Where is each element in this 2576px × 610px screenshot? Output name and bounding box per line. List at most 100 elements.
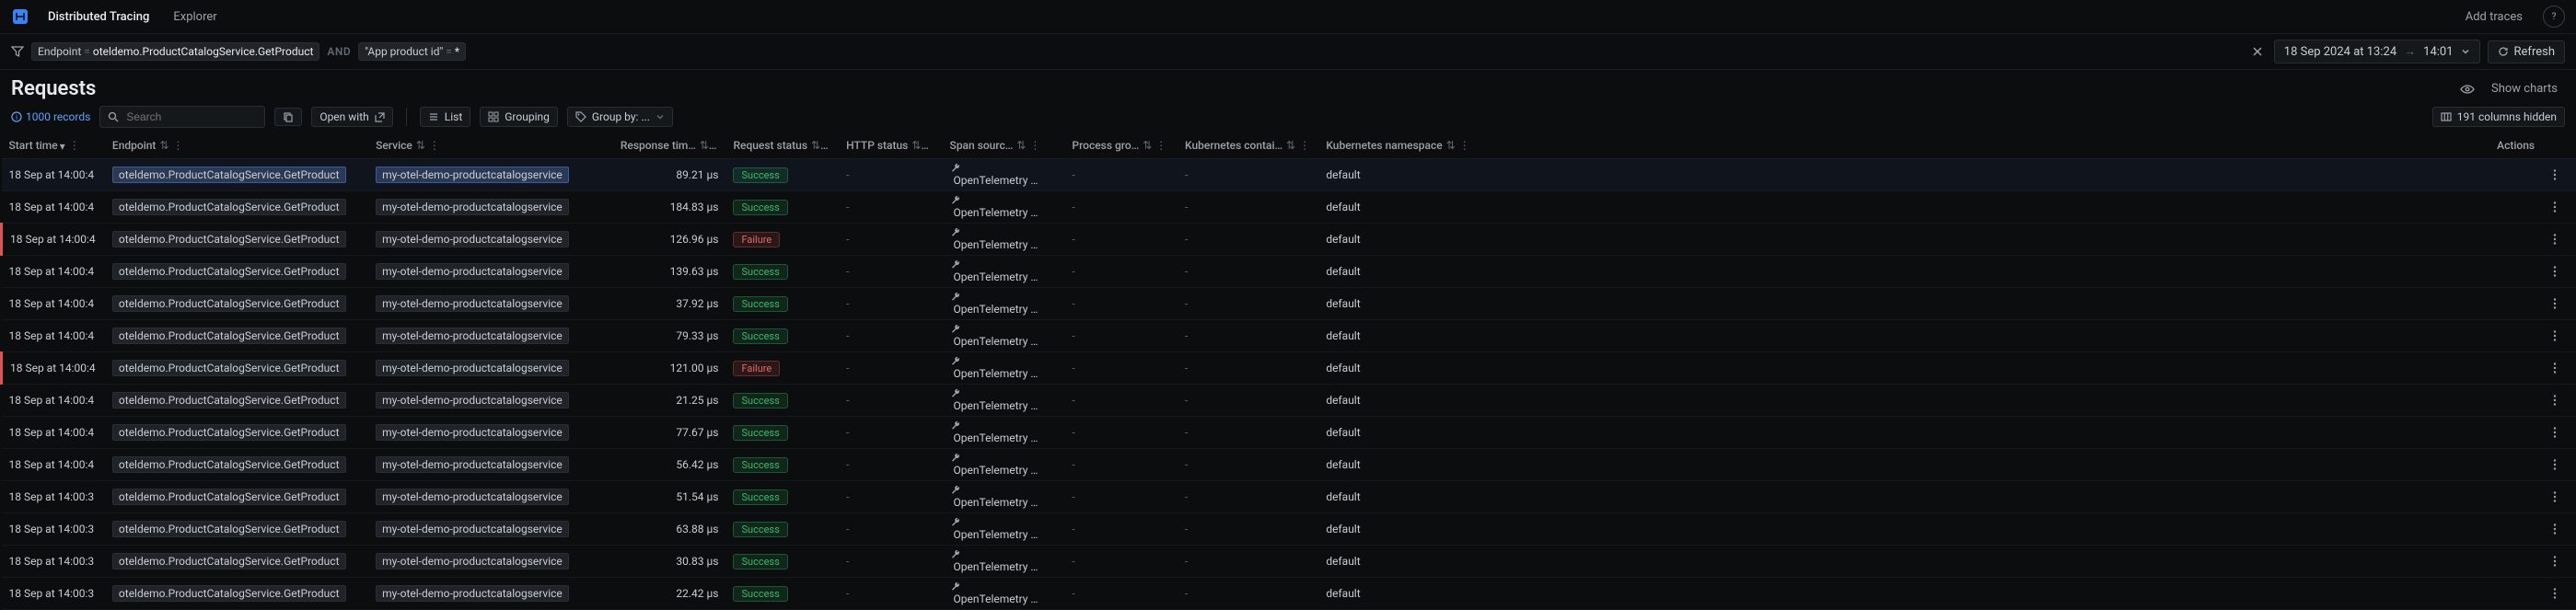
sort-icon[interactable]: ⇅ <box>1446 139 1456 152</box>
list-view-button[interactable]: List <box>420 107 471 127</box>
cell-start-time: 18 Sep at 14:00:3 <box>2 577 105 609</box>
show-charts-button[interactable]: Show charts <box>2484 78 2565 99</box>
col-response-time[interactable]: Response tim…⇅⋮ <box>613 133 726 158</box>
eye-icon[interactable] <box>2460 82 2475 97</box>
table-row[interactable]: 18 Sep at 14:00:3oteldemo.ProductCatalog… <box>2 545 2576 577</box>
sort-icon[interactable]: ⇅ <box>159 139 168 152</box>
table-row[interactable]: 18 Sep at 14:00:4oteldemo.ProductCatalog… <box>2 158 2576 190</box>
cell-response-time: 51.54 µs <box>613 480 726 512</box>
cell-actions <box>2448 577 2542 609</box>
tab-explorer[interactable]: Explorer <box>168 6 222 28</box>
col-filter-icon[interactable]: ⋮ <box>173 139 184 152</box>
open-with-label: Open with <box>319 110 368 123</box>
cell-request-status: Success <box>725 287 839 319</box>
row-menu-button[interactable] <box>2542 480 2576 512</box>
row-menu-button[interactable] <box>2542 545 2576 577</box>
filter-chip-endpoint[interactable]: Endpoint = oteldemo.ProductCatalogServic… <box>31 42 319 61</box>
grouping-label: Grouping <box>505 110 550 123</box>
col-filter-icon[interactable]: ⋮ <box>1029 139 1040 152</box>
col-k8s-container[interactable]: Kubernetes contai…⇅⋮ <box>1178 133 1318 158</box>
row-menu-button[interactable] <box>2542 512 2576 545</box>
cell-start-time: 18 Sep at 14:00:4 <box>2 190 105 223</box>
filter-chip-app-product-id[interactable]: "App product id" = * <box>358 42 466 61</box>
col-http-status[interactable]: HTTP status⇅⋮ <box>839 133 942 158</box>
sort-icon[interactable]: ⇅ <box>700 139 709 152</box>
table-row[interactable]: 18 Sep at 14:00:4oteldemo.ProductCatalog… <box>2 448 2576 480</box>
sort-icon[interactable]: ⇅ <box>416 139 425 152</box>
table-row[interactable]: 18 Sep at 14:00:4oteldemo.ProductCatalog… <box>2 384 2576 416</box>
row-menu-button[interactable] <box>2542 448 2576 480</box>
search-input[interactable] <box>124 109 257 124</box>
row-menu-button[interactable] <box>2542 416 2576 448</box>
table-row[interactable]: 18 Sep at 14:00:3oteldemo.ProductCatalog… <box>2 577 2576 609</box>
cell-request-status: Failure <box>725 351 839 384</box>
tab-distributed-tracing[interactable]: Distributed Tracing <box>42 6 155 28</box>
cell-k8s-namespace: default <box>1318 448 2448 480</box>
row-menu-button[interactable] <box>2542 319 2576 351</box>
record-count-text: 1000 records <box>26 110 90 123</box>
filter-key: "App product id" <box>365 45 443 58</box>
col-filter-icon[interactable]: ⋮ <box>1459 139 1470 152</box>
grouping-button[interactable]: Grouping <box>480 107 558 127</box>
sort-icon[interactable]: ⇅ <box>811 139 820 152</box>
row-menu-button[interactable] <box>2542 255 2576 287</box>
col-request-status[interactable]: Request status⇅⋮ <box>725 133 839 158</box>
cell-k8s-namespace: default <box>1318 158 2448 190</box>
col-actions[interactable]: Actions <box>2448 133 2542 158</box>
table-row[interactable]: 18 Sep at 14:00:4oteldemo.ProductCatalog… <box>2 190 2576 223</box>
col-filter-icon[interactable]: ⋮ <box>1299 139 1310 152</box>
row-menu-button[interactable] <box>2542 158 2576 190</box>
row-menu-button[interactable] <box>2542 384 2576 416</box>
search-box[interactable] <box>99 106 265 128</box>
open-with-button[interactable]: Open with <box>311 107 392 127</box>
table-row[interactable]: 18 Sep at 14:00:4oteldemo.ProductCatalog… <box>2 255 2576 287</box>
col-endpoint[interactable]: Endpoint⇅⋮ <box>105 133 368 158</box>
col-filter-icon[interactable]: ⋮ <box>1155 139 1166 152</box>
row-menu-button[interactable] <box>2542 351 2576 384</box>
copy-button[interactable] <box>274 108 302 126</box>
row-menu-button[interactable] <box>2542 223 2576 255</box>
col-span-source[interactable]: Span sourc…⇅⋮ <box>943 133 1065 158</box>
clear-filters-icon[interactable] <box>2248 42 2267 61</box>
refresh-button[interactable]: Refresh <box>2488 40 2565 63</box>
group-by-button[interactable]: Group by: ... <box>567 107 673 127</box>
sort-icon[interactable]: ⇅ <box>1016 139 1026 152</box>
row-menu-button[interactable] <box>2542 190 2576 223</box>
help-icon[interactable]: ? <box>2543 6 2565 28</box>
table-row[interactable]: 18 Sep at 14:00:4oteldemo.ProductCatalog… <box>2 223 2576 255</box>
kebab-icon <box>2549 233 2569 246</box>
table-row[interactable]: 18 Sep at 14:00:3oteldemo.ProductCatalog… <box>2 480 2576 512</box>
table-row[interactable]: 18 Sep at 14:00:4oteldemo.ProductCatalog… <box>2 416 2576 448</box>
add-traces-button[interactable]: Add traces <box>2458 6 2530 28</box>
table-row[interactable]: 18 Sep at 14:00:3oteldemo.ProductCatalog… <box>2 512 2576 545</box>
col-start-time[interactable]: Start time▾⋮ <box>2 133 105 158</box>
refresh-icon <box>2498 46 2509 57</box>
table-body: 18 Sep at 14:00:4 oteldemo.ProductCatalog… <box>2 158 2576 609</box>
refresh-label: Refresh <box>2514 45 2555 59</box>
cell-actions <box>2448 287 2542 319</box>
cell-http-status: - <box>839 448 942 480</box>
row-menu-button[interactable] <box>2542 287 2576 319</box>
cell-k8s-namespace: default <box>1318 416 2448 448</box>
sort-icon[interactable]: ⇅ <box>1143 139 1152 152</box>
sort-icon[interactable]: ⇅ <box>1286 139 1295 152</box>
filter-icon[interactable] <box>11 45 24 58</box>
table-row[interactable]: 18 Sep at 14:00:4oteldemo.ProductCatalog… <box>2 287 2576 319</box>
col-service[interactable]: Service⇅⋮ <box>368 133 613 158</box>
col-filter-icon[interactable]: ⋮ <box>429 139 440 152</box>
col-k8s-namespace[interactable]: Kubernetes namespace⇅⋮ <box>1318 133 2448 158</box>
kebab-icon <box>2549 168 2569 181</box>
row-menu-button[interactable] <box>2542 577 2576 609</box>
columns-hidden-button[interactable]: 191 columns hidden <box>2432 107 2565 127</box>
col-process-group[interactable]: Process gro…⇅⋮ <box>1064 133 1178 158</box>
cell-span-source: OpenTelemetry … <box>943 255 1065 287</box>
table-row[interactable]: 18 Sep at 14:00:4oteldemo.ProductCatalog… <box>2 319 2576 351</box>
time-range-picker[interactable]: 18 Sep 2024 at 13:24 → 14:01 <box>2274 40 2480 63</box>
col-filter-icon[interactable]: ⋮ <box>69 139 80 152</box>
toolbar: i 1000 records Open with List Grouping G… <box>0 106 2576 133</box>
cell-k8s-namespace: default <box>1318 384 2448 416</box>
time-to: 14:01 <box>2423 45 2453 59</box>
sort-icon[interactable]: ⇅ <box>911 139 921 152</box>
table-row[interactable]: 18 Sep at 14:00:4oteldemo.ProductCatalog… <box>2 351 2576 384</box>
cell-endpoint: oteldemo.ProductCatalogService.GetProduc… <box>105 416 368 448</box>
